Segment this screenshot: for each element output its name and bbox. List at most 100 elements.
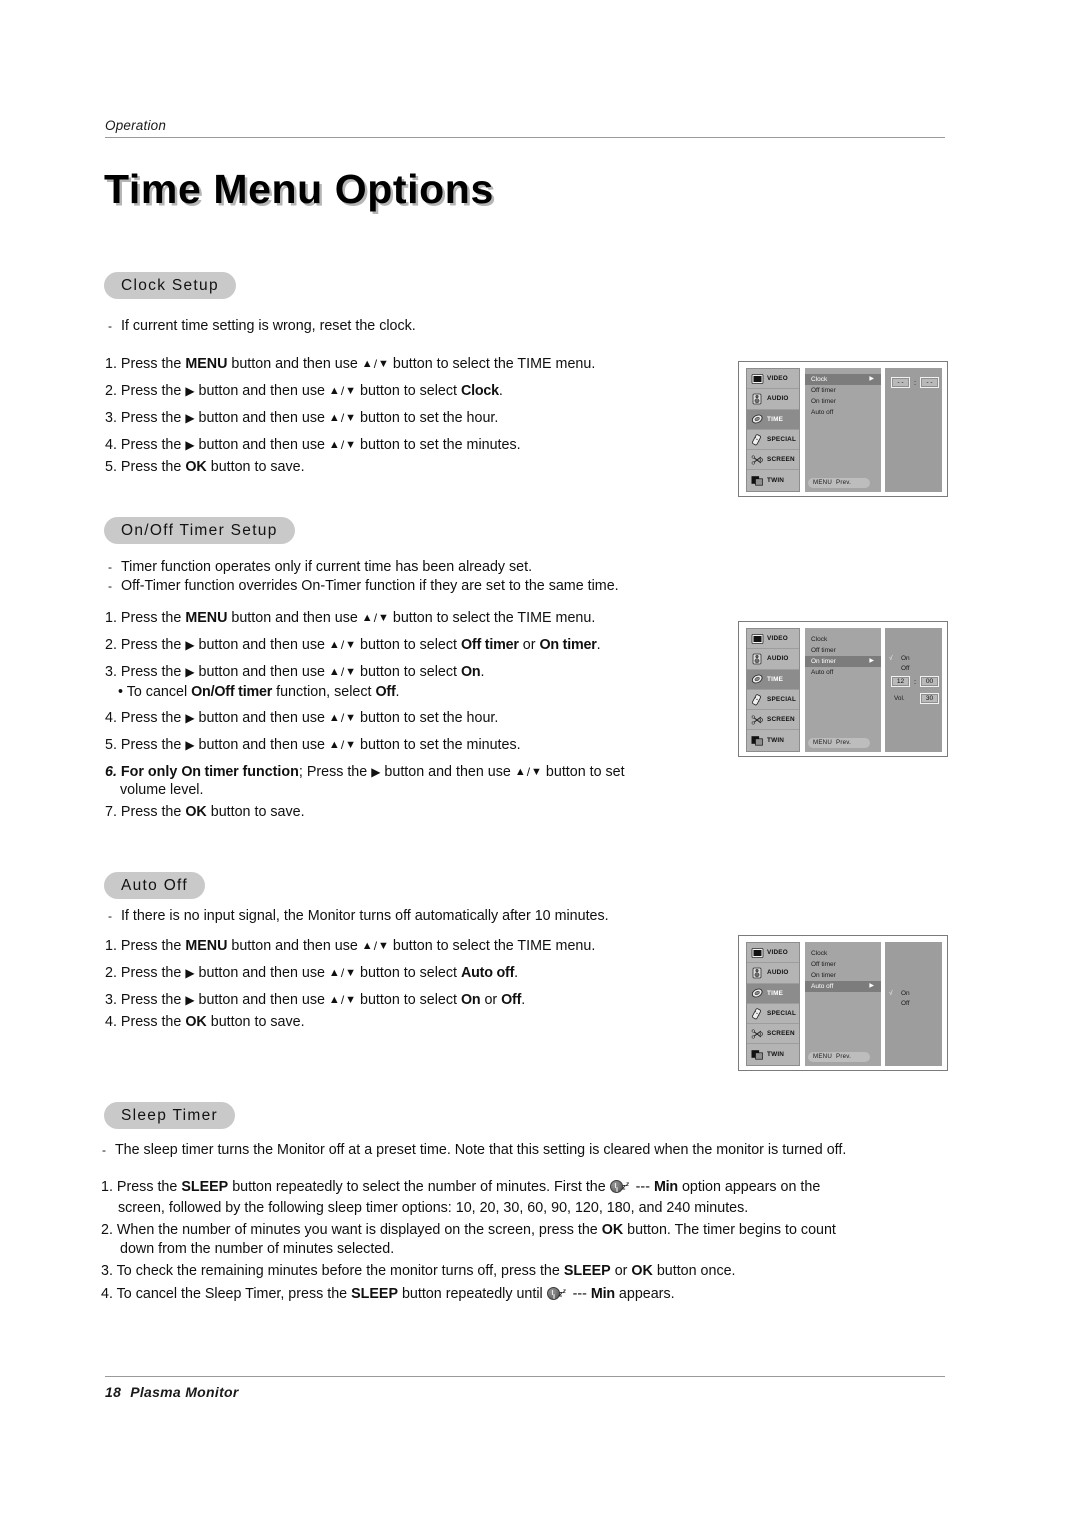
- up-triangle-icon: ▲: [361, 358, 373, 370]
- up-triangle-icon: ▲: [361, 612, 373, 624]
- dash-bullet: -: [108, 579, 112, 593]
- option-on[interactable]: On: [901, 990, 910, 997]
- osd-sidebar-item-special[interactable]: SPECIAL: [747, 430, 799, 451]
- remote-control-icon: [751, 1007, 764, 1020]
- clock-setup-step-5: 5. Press the OK button to save.: [105, 459, 305, 475]
- clock-colon: :: [914, 378, 917, 387]
- osd-detail-panel: √ On Off 12 : 00 Vol. 30: [885, 628, 942, 752]
- osd-item-clock[interactable]: Clock: [805, 948, 881, 959]
- clock-icon: [751, 673, 764, 685]
- right-triangle-icon: ▶: [869, 658, 874, 664]
- osd-sidebar-item-twin[interactable]: TWIN: [747, 470, 799, 490]
- osd-sidebar-item-time[interactable]: TIME: [747, 983, 799, 1004]
- osd-bottom-bar[interactable]: MENU Prev.: [808, 738, 870, 748]
- osd-sidebar-item-audio[interactable]: AUDIO: [747, 389, 799, 410]
- footer-divider: [105, 1376, 945, 1377]
- up-triangle-icon: ▲: [328, 712, 340, 724]
- dash-bullet: -: [108, 319, 112, 333]
- osd-sidebar-item-twin[interactable]: TWIN: [747, 730, 799, 750]
- osd-sidebar-item-video[interactable]: VIDEO: [747, 943, 799, 964]
- checkmark-icon: √: [889, 990, 893, 997]
- clock-setup-step-1: 1. Press the MENU button and then use ▲/…: [105, 356, 596, 372]
- down-triangle-icon: ▼: [345, 994, 357, 1006]
- osd-sidebar: VIDEO AUDIO TIME SPECIAL SCREEN TWIN: [746, 942, 800, 1066]
- right-triangle-icon: ▶: [185, 966, 195, 980]
- clock-hour-field[interactable]: - -: [891, 377, 910, 388]
- osd-item-auto-off[interactable]: Auto off: [805, 667, 881, 678]
- screen-adjust-icon: [751, 1028, 764, 1040]
- osd-item-auto-off[interactable]: Auto off: [805, 407, 881, 418]
- osd-item-on-timer[interactable]: On timer: [805, 396, 881, 407]
- down-triangle-icon: ▼: [345, 666, 357, 678]
- checkmark-icon: √: [889, 655, 893, 662]
- on-timer-minute-field[interactable]: 00: [920, 676, 939, 687]
- osd-sidebar-item-audio[interactable]: AUDIO: [747, 649, 799, 670]
- osd-sidebar-item-special[interactable]: SPECIAL: [747, 690, 799, 711]
- osd-bottom-bar[interactable]: MENU Prev.: [808, 1052, 870, 1062]
- volume-field[interactable]: 30: [920, 693, 939, 704]
- osd-item-on-timer[interactable]: On timer: [805, 970, 881, 981]
- option-off[interactable]: Off: [901, 1000, 910, 1007]
- remote-control-icon: [751, 433, 764, 446]
- auto-off-step-4: 4. Press the OK button to save.: [105, 1014, 305, 1030]
- section-header-clock-setup: Clock Setup: [104, 272, 236, 299]
- osd-sidebar-item-time[interactable]: TIME: [747, 409, 799, 430]
- right-triangle-icon: ▶: [371, 765, 381, 779]
- osd-detail-panel: - - : - -: [885, 368, 942, 492]
- osd-item-clock[interactable]: Clock: [805, 634, 881, 645]
- down-triangle-icon: ▼: [378, 612, 389, 624]
- osd-item-on-timer[interactable]: On timer ▶: [805, 656, 881, 667]
- up-triangle-icon: ▲: [328, 994, 340, 1006]
- osd-sidebar: VIDEO AUDIO TIME SPECIAL SCREEN TWIN: [746, 368, 800, 492]
- option-off[interactable]: Off: [901, 665, 910, 672]
- osd-sidebar-item-screen[interactable]: SCREEN: [747, 710, 799, 731]
- clock-icon: [751, 987, 764, 999]
- osd-item-off-timer[interactable]: Off timer: [805, 645, 881, 656]
- on-timer-hour-field[interactable]: 12: [891, 676, 910, 687]
- dash-bullet: -: [108, 909, 112, 923]
- osd-menu-auto-off: VIDEO AUDIO TIME SPECIAL SCREEN TWIN Clo…: [738, 935, 948, 1071]
- osd-sidebar-item-video[interactable]: VIDEO: [747, 629, 799, 650]
- down-triangle-icon: ▼: [345, 712, 357, 724]
- twin-window-icon: [751, 1049, 764, 1061]
- osd-item-clock[interactable]: Clock ▶: [805, 374, 881, 385]
- right-triangle-icon: ▶: [185, 738, 195, 752]
- osd-item-off-timer[interactable]: Off timer: [805, 385, 881, 396]
- osd-sidebar-item-screen[interactable]: SCREEN: [747, 450, 799, 471]
- sleep-timer-step-2-cont: down from the number of minutes selected…: [120, 1241, 395, 1257]
- osd-sidebar-item-special[interactable]: SPECIAL: [747, 1004, 799, 1025]
- right-triangle-icon: ▶: [185, 638, 195, 652]
- dash-bullet: -: [108, 560, 112, 574]
- clock-setup-note: - If current time setting is wrong, rese…: [108, 318, 416, 334]
- page-title: Time Menu Options: [104, 166, 494, 212]
- onoff-timer-note-2: - Off-Timer function overrides On-Timer …: [108, 578, 619, 594]
- up-triangle-icon: ▲: [361, 940, 373, 952]
- speaker-icon: [751, 967, 764, 979]
- clock-minute-field[interactable]: - -: [920, 377, 939, 388]
- right-triangle-icon: ▶: [185, 993, 195, 1007]
- onoff-timer-step-6-cont: volume level.: [120, 782, 204, 798]
- osd-sidebar-item-time[interactable]: TIME: [747, 669, 799, 690]
- right-triangle-icon: ▶: [185, 711, 195, 725]
- auto-off-step-3: 3. Press the ▶ button and then use ▲/▼ b…: [105, 992, 526, 1008]
- down-triangle-icon: ▼: [345, 739, 357, 751]
- sleep-timer-step-1: 1. Press the SLEEP button repeatedly to …: [101, 1179, 821, 1195]
- osd-sidebar-item-screen[interactable]: SCREEN: [747, 1024, 799, 1045]
- osd-sidebar-item-video[interactable]: VIDEO: [747, 369, 799, 390]
- osd-item-auto-off[interactable]: Auto off ▶: [805, 981, 881, 992]
- osd-sidebar: VIDEO AUDIO TIME SPECIAL SCREEN TWIN: [746, 628, 800, 752]
- clock-setup-step-3: 3. Press the ▶ button and then use ▲/▼ b…: [105, 410, 499, 426]
- osd-sidebar-item-twin[interactable]: TWIN: [747, 1044, 799, 1064]
- on-timer-colon: :: [914, 677, 917, 686]
- osd-item-off-timer[interactable]: Off timer: [805, 959, 881, 970]
- osd-detail-panel: √ On Off: [885, 942, 942, 1066]
- page-number: 18: [105, 1384, 122, 1400]
- breadcrumb: Operation: [105, 118, 167, 133]
- section-header-sleep-timer: Sleep Timer: [104, 1102, 235, 1129]
- right-triangle-icon: ▶: [869, 376, 874, 382]
- right-triangle-icon: ▶: [869, 983, 874, 989]
- onoff-timer-step-4: 4. Press the ▶ button and then use ▲/▼ b…: [105, 710, 499, 726]
- option-on[interactable]: On: [901, 655, 910, 662]
- osd-sidebar-item-audio[interactable]: AUDIO: [747, 963, 799, 984]
- osd-bottom-bar[interactable]: MENU Prev.: [808, 478, 870, 488]
